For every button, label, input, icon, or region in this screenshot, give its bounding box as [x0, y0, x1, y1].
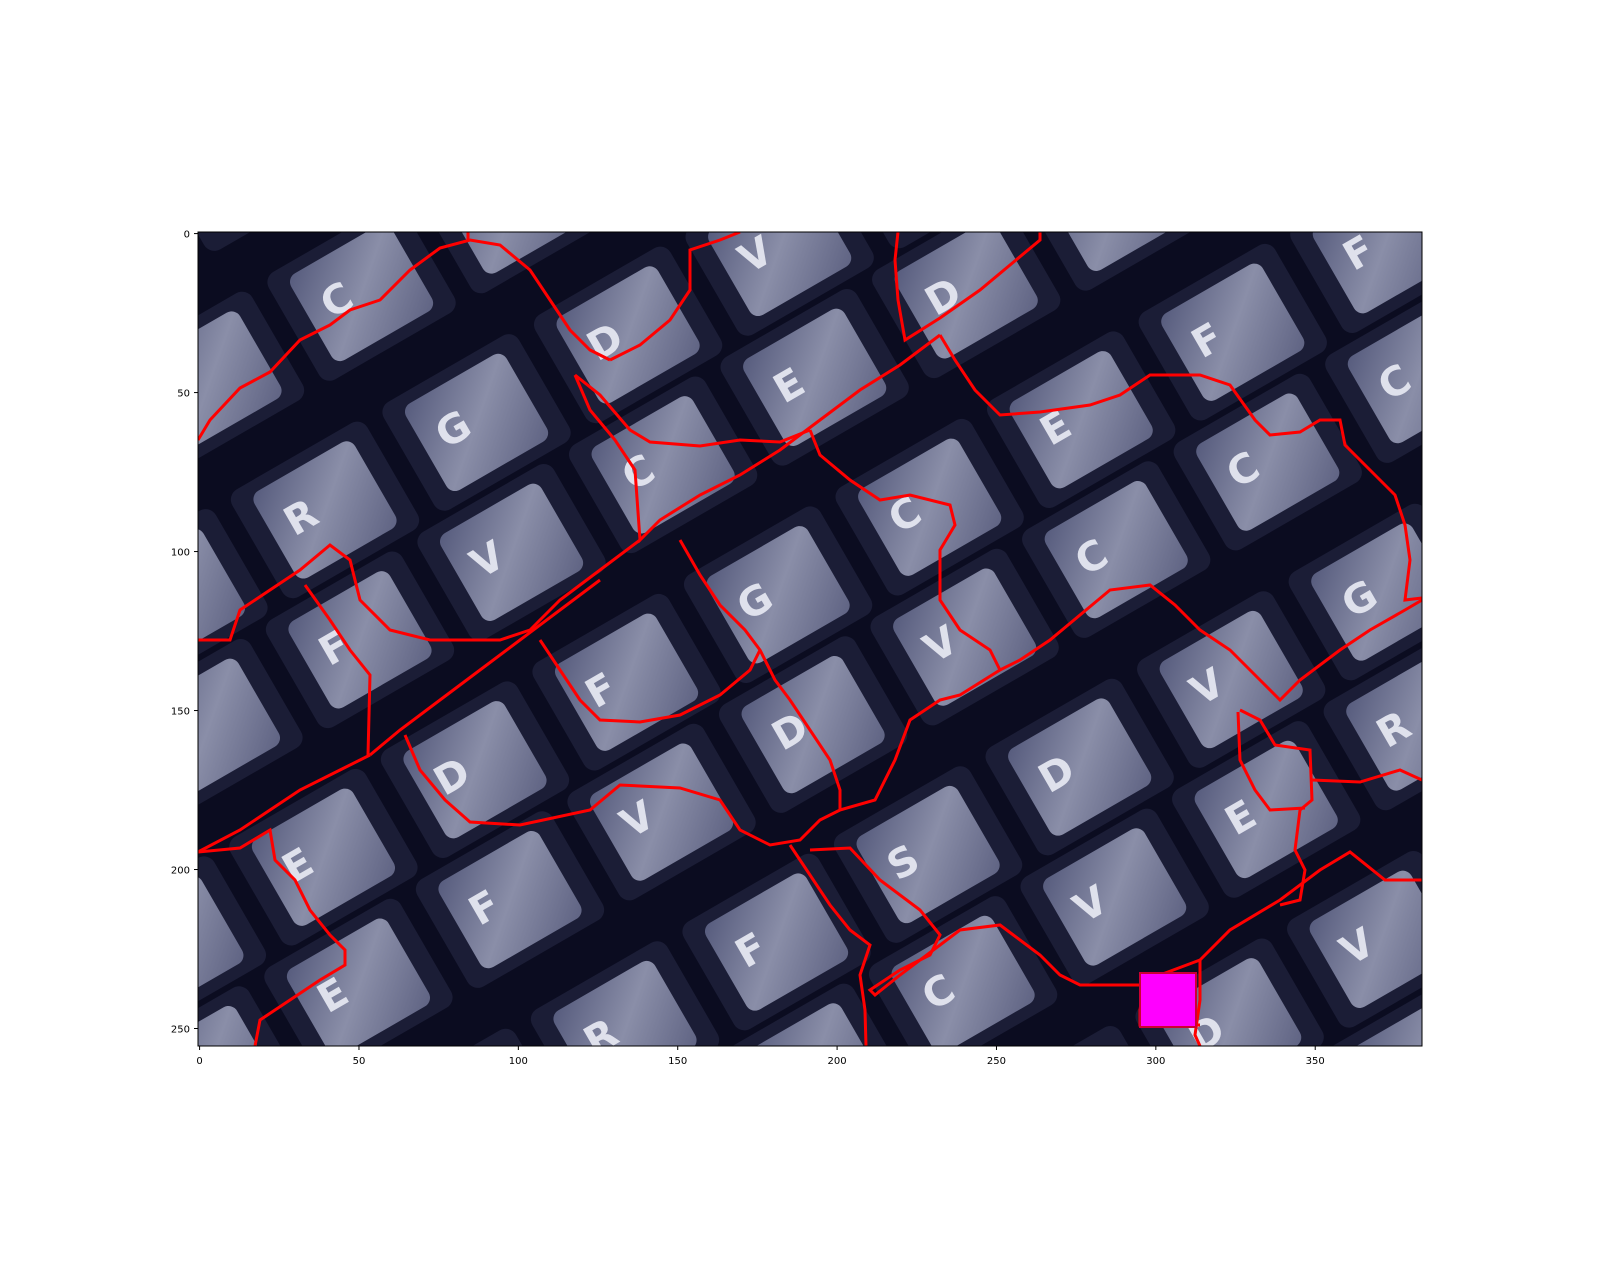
key-letter: V [1069, 183, 1119, 238]
y-tick-label: 250 [171, 1025, 190, 1036]
figure: GFCVERGDVEFFVCEDVVEDFGCEFFDEFVDVCCCERFSD… [0, 0, 1600, 1280]
keycap-top [1006, 1045, 1150, 1046]
x-tick-label: 100 [509, 1056, 528, 1067]
key-letter: E [1368, 1051, 1415, 1105]
x-tick-label: 50 [353, 1056, 366, 1067]
x-tick-label: 250 [987, 1056, 1006, 1067]
key-letter: E [883, 142, 930, 196]
keycap-base [983, 1026, 1173, 1046]
x-tick-label: 350 [1306, 1056, 1325, 1067]
keycap: G [171, 90, 341, 251]
highlight-marker [1139, 972, 1197, 1028]
key-letter: V [123, 925, 173, 980]
y-tick-label: 150 [171, 707, 190, 718]
keycap-base [379, 1028, 568, 1046]
y-tick-label: 50 [177, 389, 190, 400]
y-axis: 0 50 100 150 200 250 [171, 230, 198, 1036]
keycap: E [379, 1028, 568, 1153]
key-letter: G [198, 142, 249, 198]
x-tick-label: 200 [828, 1056, 847, 1067]
key-letter: E [425, 1099, 472, 1153]
x-tick-label: 150 [668, 1056, 687, 1067]
y-tick-label: 200 [171, 866, 190, 877]
key-letter: E [125, 579, 172, 633]
key-letter: G [1029, 1094, 1080, 1150]
key-letter: F [763, 1054, 810, 1108]
x-tick-label: 300 [1146, 1056, 1165, 1067]
y-tick-label: 0 [184, 230, 190, 241]
x-tick-label: 0 [196, 1056, 202, 1067]
keyboard-photo: GFCVERGDVEFFVCEDVVEDFGCEFFDEFVDVCCCERFSD… [123, 88, 1422, 1153]
keycap-base [198, 232, 341, 251]
keycap-top [171, 90, 321, 235]
keycap-base [837, 232, 1026, 249]
keycap: E [837, 88, 1026, 249]
keycap: G [983, 1026, 1173, 1150]
plot-canvas: GFCVERGDVEFFVCEDVVEDFGCEFFDEFVDVCCCERFSD… [123, 88, 1423, 1153]
x-axis: 0 50 100 150 200 250 300 350 [196, 1046, 1325, 1067]
keycap-top [856, 88, 1006, 233]
y-tick-label: 100 [171, 548, 190, 559]
